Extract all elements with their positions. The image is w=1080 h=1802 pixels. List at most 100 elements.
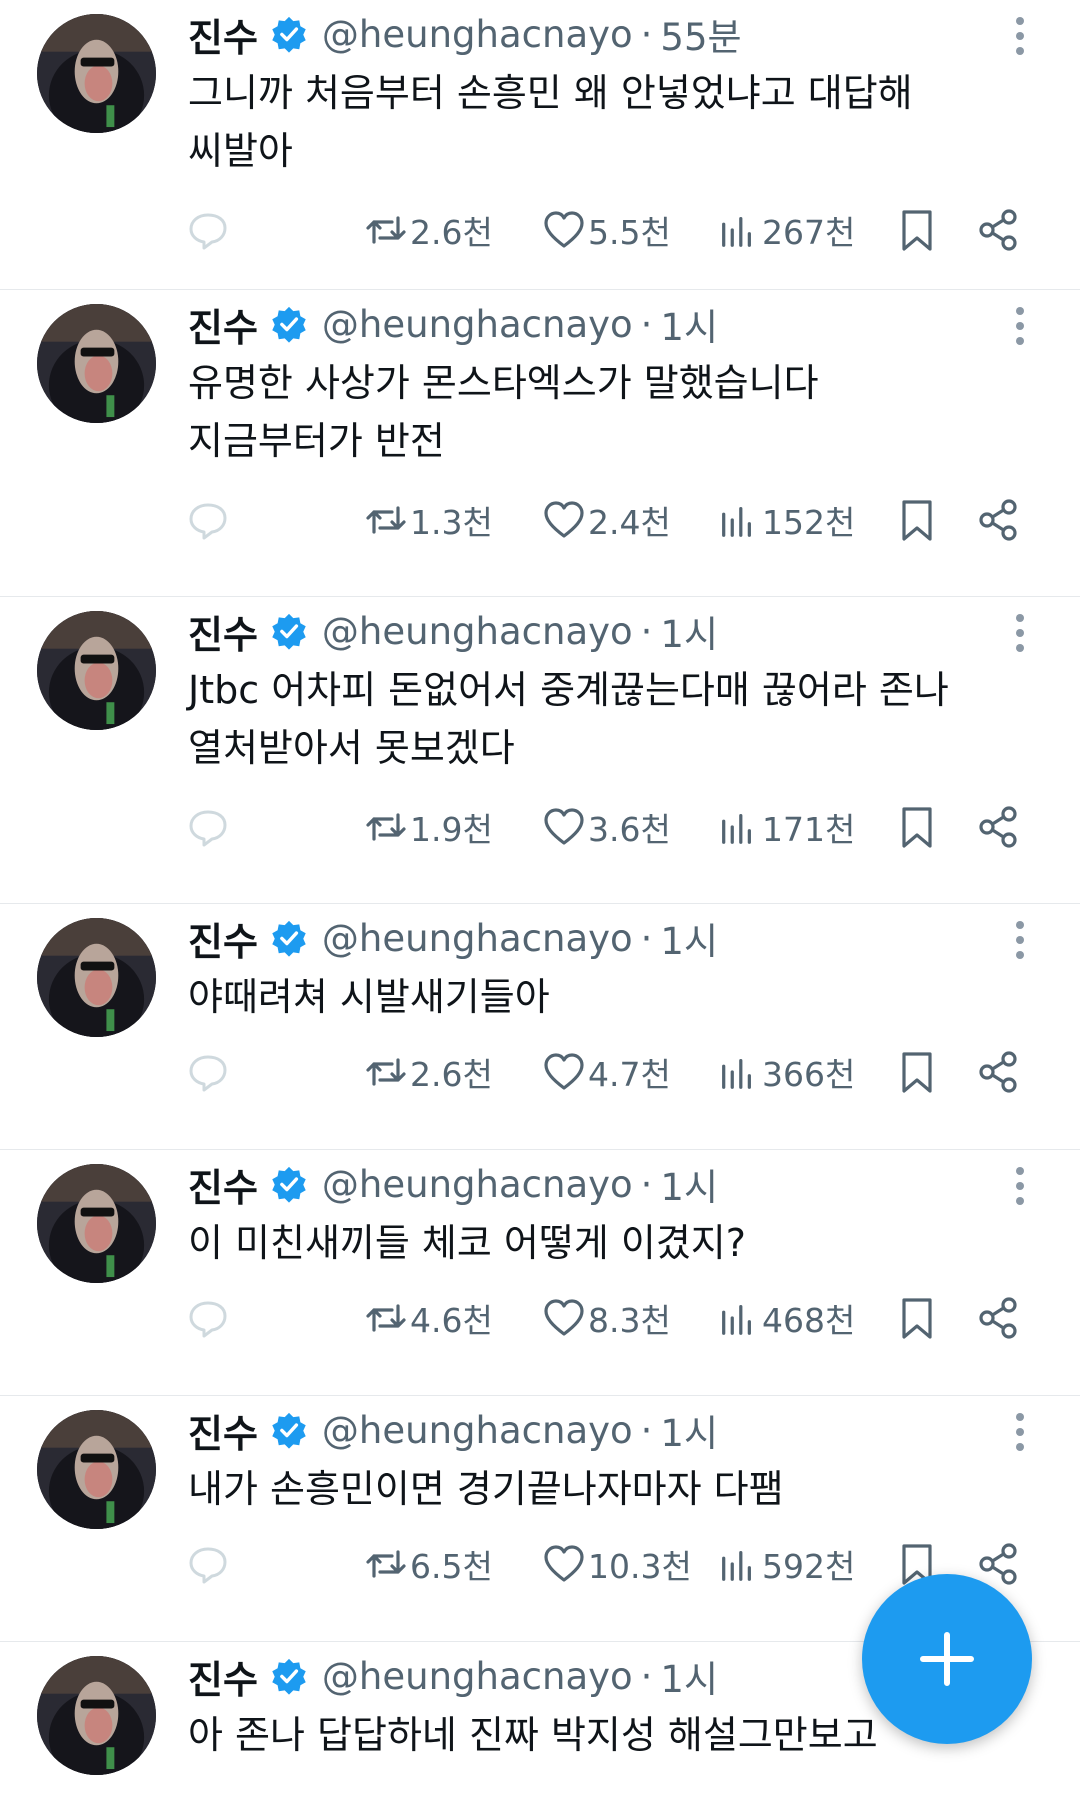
display-name[interactable]: 진수 (188, 7, 258, 62)
like-button[interactable]: 4.7천 (542, 1044, 671, 1100)
separator-dot: · (640, 609, 653, 653)
timestamp[interactable]: 55분 (660, 7, 741, 61)
timestamp[interactable]: 1시 (660, 1649, 718, 1703)
retweet-icon (366, 1550, 406, 1578)
share-button[interactable] (977, 1044, 1021, 1100)
reply-button[interactable] (186, 1536, 230, 1592)
more-options-button[interactable] (1005, 609, 1035, 657)
tweet-actions: 1.9천 3.6천 171천 (0, 799, 1080, 855)
display-name[interactable]: 진수 (188, 604, 258, 659)
more-options-button[interactable] (1005, 1408, 1035, 1456)
reply-button[interactable] (186, 1044, 230, 1100)
retweet-button[interactable]: 2.6천 (364, 1044, 493, 1100)
views-button[interactable]: 267천 (718, 202, 855, 258)
more-options-button[interactable] (1005, 1162, 1035, 1210)
share-icon (979, 1051, 1017, 1093)
tweet-header: 진수 @heunghacnayo · 1시 (188, 605, 718, 657)
more-vertical-icon (1016, 307, 1024, 345)
avatar[interactable] (37, 14, 156, 133)
tweet-header: 진수 @heunghacnayo · 1시 (188, 1650, 718, 1702)
tweet-text: 야때려쳐 시발새기들아 (188, 968, 1038, 1026)
share-button[interactable] (977, 202, 1021, 258)
user-handle[interactable]: @heunghacnayo (322, 1163, 633, 1206)
bookmark-icon (902, 1298, 932, 1339)
more-options-button[interactable] (1005, 916, 1035, 964)
like-button[interactable]: 10.3천 (542, 1536, 692, 1592)
like-button[interactable]: 2.4천 (542, 492, 671, 548)
reply-icon (189, 1547, 227, 1584)
share-button[interactable] (977, 799, 1021, 855)
more-options-button[interactable] (1005, 302, 1035, 350)
retweet-button[interactable]: 2.6천 (364, 202, 493, 258)
tweet[interactable]: 진수 @heunghacnayo · 55분 그니까 처음부터 손흥민 왜 안넣… (0, 0, 1080, 290)
display-name[interactable]: 진수 (188, 911, 258, 966)
avatar[interactable] (37, 304, 156, 423)
user-handle[interactable]: @heunghacnayo (322, 13, 633, 56)
retweet-button[interactable]: 1.9천 (364, 799, 493, 855)
display-name[interactable]: 진수 (188, 1649, 258, 1704)
views-button[interactable]: 468천 (718, 1290, 855, 1346)
user-handle[interactable]: @heunghacnayo (322, 1409, 633, 1452)
share-button[interactable] (977, 492, 1021, 548)
retweet-button[interactable]: 4.6천 (364, 1290, 493, 1346)
avatar[interactable] (37, 918, 156, 1037)
timestamp[interactable]: 1시 (660, 911, 718, 965)
like-button[interactable]: 3.6천 (542, 799, 671, 855)
views-button[interactable]: 152천 (718, 492, 855, 548)
bookmark-button[interactable] (895, 492, 939, 548)
display-name[interactable]: 진수 (188, 1403, 258, 1458)
reply-button[interactable] (186, 1290, 230, 1346)
bookmark-icon (902, 807, 932, 848)
like-button[interactable]: 5.5천 (542, 202, 671, 258)
tweet[interactable]: 진수 @heunghacnayo · 1시 이 미친새끼들 체코 어떻게 이겼지… (0, 1150, 1080, 1396)
like-count: 4.7천 (588, 1055, 671, 1094)
tweet-text: 그니까 처음부터 손흥민 왜 안넣었냐고 대답해 씨발아 (188, 64, 1038, 180)
user-handle[interactable]: @heunghacnayo (322, 610, 633, 653)
avatar[interactable] (37, 1656, 156, 1775)
views-button[interactable]: 366천 (718, 1044, 855, 1100)
views-chart-icon (722, 506, 751, 537)
retweet-button[interactable]: 1.3천 (364, 492, 493, 548)
heart-icon (544, 1299, 584, 1336)
like-count: 10.3천 (588, 1547, 692, 1586)
tweet-text-line: 열처받아서 못보겠다 (188, 726, 515, 770)
timestamp[interactable]: 1시 (660, 1403, 718, 1457)
bookmark-button[interactable] (895, 799, 939, 855)
separator-dot: · (640, 916, 653, 960)
bookmark-button[interactable] (895, 1044, 939, 1100)
avatar-image (37, 304, 156, 423)
more-options-button[interactable] (1005, 12, 1035, 60)
user-handle[interactable]: @heunghacnayo (322, 1655, 633, 1698)
avatar[interactable] (37, 611, 156, 730)
timestamp[interactable]: 1시 (660, 1157, 718, 1211)
reply-button[interactable] (186, 799, 230, 855)
retweet-button[interactable]: 6.5천 (364, 1536, 493, 1592)
like-button[interactable]: 8.3천 (542, 1290, 671, 1346)
share-button[interactable] (977, 1290, 1021, 1346)
display-name[interactable]: 진수 (188, 1157, 258, 1212)
tweet[interactable]: 진수 @heunghacnayo · 1시 야때려쳐 시발새기들아 2.6천 4… (0, 904, 1080, 1150)
views-button[interactable]: 171천 (718, 799, 855, 855)
views-button[interactable]: 592천 (718, 1536, 855, 1592)
avatar-image (37, 1656, 156, 1775)
user-handle[interactable]: @heunghacnayo (322, 303, 633, 346)
tweet[interactable]: 진수 @heunghacnayo · 1시 Jtbc 어차피 돈없어서 중계끊는… (0, 597, 1080, 904)
retweet-icon (366, 216, 406, 244)
verified-badge-icon (270, 305, 308, 343)
avatar[interactable] (37, 1164, 156, 1283)
avatar[interactable] (37, 1410, 156, 1529)
reply-button[interactable] (186, 202, 230, 258)
compose-tweet-button[interactable] (862, 1574, 1032, 1744)
tweet-actions: 4.6천 8.3천 468천 (0, 1290, 1080, 1346)
verified-badge-icon (270, 1411, 308, 1449)
bookmark-button[interactable] (895, 202, 939, 258)
timestamp[interactable]: 1시 (660, 297, 718, 351)
timestamp[interactable]: 1시 (660, 604, 718, 658)
tweet[interactable]: 진수 @heunghacnayo · 1시 유명한 사상가 몬스타엑스가 말했습… (0, 290, 1080, 597)
user-handle[interactable]: @heunghacnayo (322, 917, 633, 960)
display-name[interactable]: 진수 (188, 297, 258, 352)
tweet-header: 진수 @heunghacnayo · 1시 (188, 1158, 718, 1210)
bookmark-button[interactable] (895, 1290, 939, 1346)
bookmark-icon (902, 500, 932, 541)
reply-button[interactable] (186, 492, 230, 548)
